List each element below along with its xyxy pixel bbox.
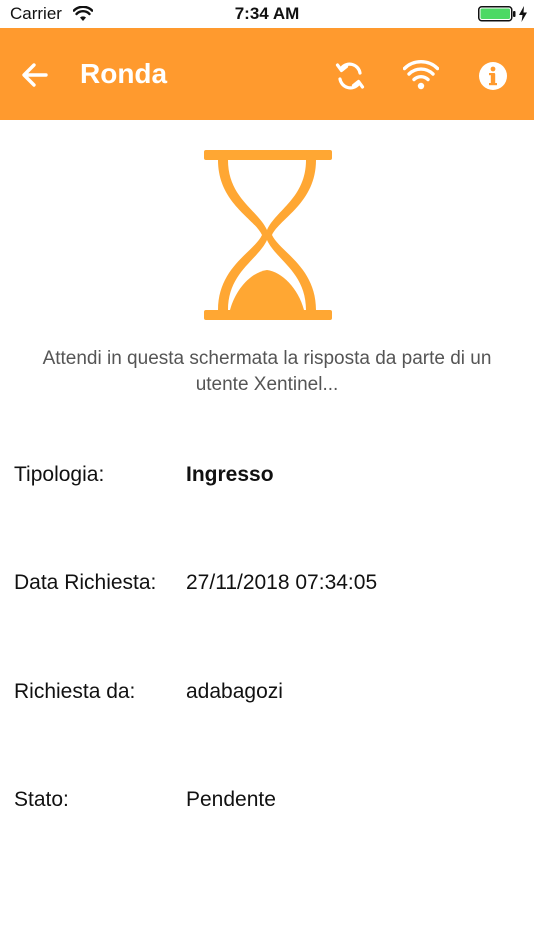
- requested-by-label: Richiesta da:: [14, 680, 136, 703]
- page-title: Ronda: [80, 58, 168, 89]
- sync-icon: [335, 62, 365, 90]
- status-time: 7:34 AM: [234, 4, 300, 23]
- info-button[interactable]: [476, 59, 510, 93]
- connection-button[interactable]: [402, 59, 440, 93]
- sync-button[interactable]: [333, 59, 367, 93]
- info-icon: [479, 62, 507, 90]
- type-value: Ingresso: [186, 463, 274, 486]
- status-value: Pendente: [186, 788, 276, 811]
- hourglass-icon: [196, 148, 338, 324]
- status-label: Stato:: [14, 788, 69, 811]
- wifi-icon: [402, 60, 440, 90]
- requested-by-value: adabagozi: [186, 680, 283, 703]
- back-button[interactable]: [20, 60, 50, 90]
- nav-bar: Ronda: [0, 28, 534, 120]
- battery-icon: [478, 6, 516, 27]
- charging-bolt-icon: [518, 6, 528, 27]
- status-bar: Carrier 7:34 AM: [0, 0, 534, 28]
- type-label: Tipologia:: [14, 463, 105, 486]
- request-date-value: 27/11/2018 07:34:05: [186, 571, 378, 594]
- request-date-label: Data Richiesta:: [14, 571, 157, 594]
- waiting-message: Attendi in questa schermata la risposta …: [42, 348, 492, 395]
- arrow-left-icon: [22, 63, 48, 87]
